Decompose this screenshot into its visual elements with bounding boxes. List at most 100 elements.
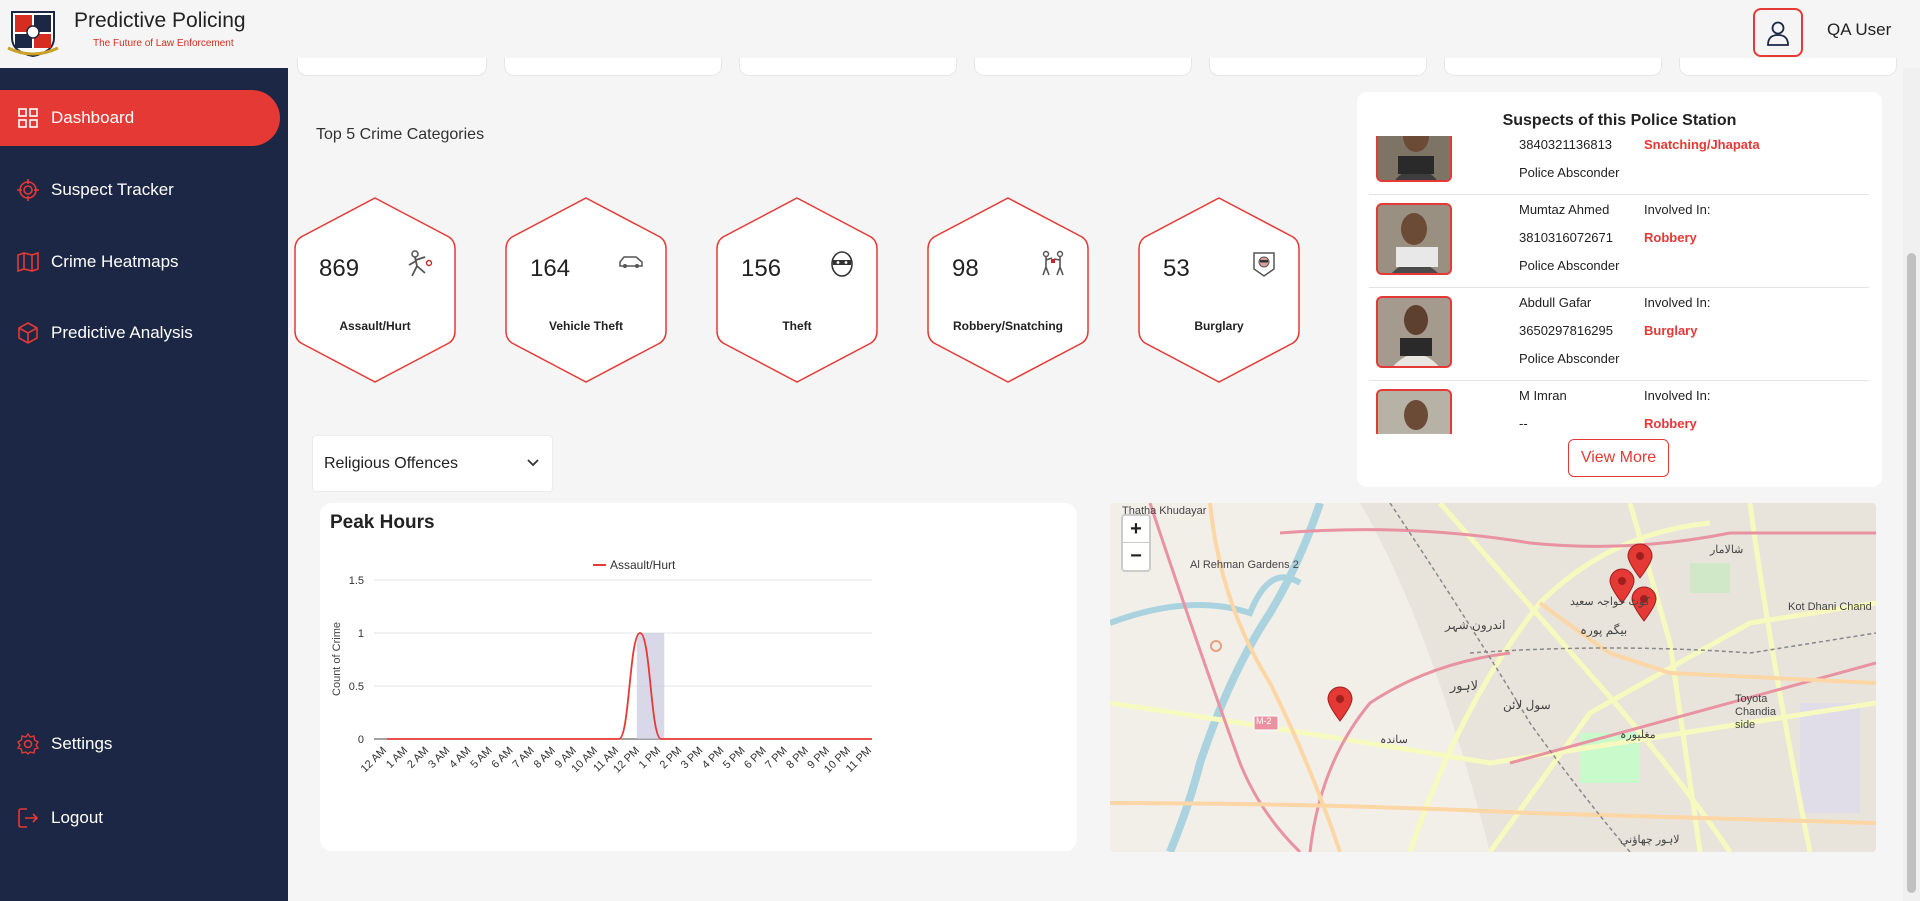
x-tick-label: 1 PM — [637, 745, 664, 772]
crime-map[interactable]: Thatha Khudayar Al Rehman Gardens 2 Kot … — [1110, 503, 1876, 852]
legend-label: Assault/Hurt — [610, 558, 676, 572]
cube-icon — [17, 322, 39, 344]
crime-category-select[interactable]: Religious Offences — [312, 435, 553, 492]
suspects-card: Suspects of this Police Station 38403211… — [1357, 92, 1882, 487]
suspect-crime: Robbery — [1644, 416, 1697, 431]
suspects-list[interactable]: 3840321136813 Police Absconder Involved … — [1369, 136, 1869, 434]
x-tick-label: 1 AM — [384, 745, 410, 771]
stat-card — [1209, 58, 1427, 76]
user-profile-button[interactable] — [1753, 8, 1803, 57]
suspect-cnic: 3840321136813 — [1519, 137, 1613, 152]
stat-card — [739, 58, 957, 76]
user-icon — [1767, 21, 1789, 46]
involved-label: Involved In: — [1644, 202, 1711, 217]
scrollbar-thumb[interactable] — [1907, 253, 1916, 893]
y-tick-label: 0.5 — [349, 681, 364, 693]
map-label: شالامار — [1710, 544, 1744, 556]
sidebar-item-dashboard[interactable]: Dashboard — [0, 90, 280, 146]
sidebar-item-label: Predictive Analysis — [51, 323, 193, 342]
map-label: لاہور چھاؤنی — [1620, 834, 1680, 846]
burglar-icon — [1253, 252, 1275, 277]
category-count: 156 — [741, 255, 782, 282]
suspect-row[interactable]: Mumtaz Ahmed 3810316072671 Police Abscon… — [1369, 195, 1869, 288]
x-tick-label: 4 AM — [447, 745, 473, 771]
sidebar-item-crime-heatmaps[interactable]: Crime Heatmaps — [0, 234, 280, 290]
app-logo[interactable] — [6, 8, 60, 58]
view-more-button[interactable]: View More — [1568, 439, 1669, 477]
suspect-status: Police Absconder — [1519, 258, 1620, 273]
app-subtitle: The Future of Law Enforcement — [93, 38, 234, 49]
x-tick-label: 6 PM — [742, 745, 769, 772]
map-tiles — [1110, 503, 1876, 852]
peak-hours-card: Peak Hours 0 0.5 1 1.5 12 AM 1 AM 2 AM 3 AM 4 AM… — [320, 503, 1077, 851]
category-count: 53 — [1163, 255, 1190, 282]
sidebar-item-settings[interactable]: Settings — [0, 716, 280, 772]
category-hexagon[interactable]: 869 Assault/Hurt — [293, 197, 457, 383]
category-hexagon[interactable]: 156 Theft — [715, 197, 879, 383]
chevron-down-icon — [527, 459, 539, 467]
suspect-name: Mumtaz Ahmed — [1519, 202, 1610, 217]
x-tick-label: 7 PM — [763, 745, 790, 772]
sidebar-item-label: Suspect Tracker — [51, 180, 174, 199]
involved-label: Involved In: — [1644, 388, 1711, 403]
user-name[interactable]: QA User — [1827, 20, 1891, 40]
sidebar-item-predictive-analysis[interactable]: Predictive Analysis — [0, 305, 280, 361]
category-hexagon[interactable]: 98 Robbery/Snatching — [926, 197, 1090, 383]
map-label: Al Rehman Gardens 2 — [1190, 559, 1299, 571]
suspect-row[interactable]: Abdull Gafar 3650297816295 Police Abscon… — [1369, 288, 1869, 381]
suspect-photo — [1376, 296, 1452, 368]
suspect-row[interactable]: M Imran -- Involved In: Robbery — [1369, 381, 1869, 434]
suspect-name: M Imran — [1519, 388, 1567, 403]
map-icon — [17, 251, 39, 273]
sidebar-item-label: Logout — [51, 808, 103, 827]
map-label: اندرون شہر — [1445, 618, 1506, 632]
category-count: 164 — [530, 255, 571, 282]
logout-icon — [17, 807, 39, 829]
stat-card — [504, 58, 722, 76]
y-axis-label: Count of Crime — [331, 622, 343, 696]
stat-card — [297, 58, 487, 76]
map-label: ساندہ — [1380, 734, 1408, 746]
sidebar-item-label: Settings — [51, 734, 113, 753]
x-tick-label: 2 PM — [658, 745, 685, 772]
category-count: 98 — [952, 255, 979, 282]
x-tick-label: 3 AM — [426, 745, 452, 771]
suspect-cnic: 3650297816295 — [1519, 323, 1613, 338]
y-tick-label: 1.5 — [349, 575, 364, 587]
category-hexagon[interactable]: 164 Vehicle Theft — [504, 197, 668, 383]
category-hexagon[interactable]: 53 Burglary — [1137, 197, 1301, 383]
x-tick-label: 7 AM — [511, 745, 537, 771]
category-label: Theft — [782, 319, 812, 333]
grid-icon — [17, 107, 39, 129]
x-tick-label: 8 PM — [784, 745, 811, 772]
zoom-out-button[interactable]: − — [1123, 543, 1149, 570]
map-label: لاہور — [1450, 678, 1479, 693]
x-tick-label: 2 AM — [405, 745, 431, 771]
sidebar-item-logout[interactable]: Logout — [0, 790, 280, 846]
map-zoom-control: + − — [1121, 514, 1151, 572]
page-scrollbar[interactable] — [1903, 68, 1920, 901]
x-tick-label: 3 PM — [679, 745, 706, 772]
sidebar-item-label: Dashboard — [51, 108, 135, 127]
sidebar: Dashboard Suspect Tracker Crime Heatmaps… — [0, 68, 288, 901]
suspect-photo — [1376, 389, 1452, 434]
suspect-photo — [1376, 203, 1452, 275]
suspect-crime: Robbery — [1644, 230, 1697, 245]
sidebar-item-suspect-tracker[interactable]: Suspect Tracker — [0, 162, 280, 218]
gear-icon — [17, 733, 39, 755]
category-label: Burglary — [1194, 319, 1244, 333]
suspect-cnic: 3810316072671 — [1519, 230, 1613, 245]
suspect-name: Abdull Gafar — [1519, 295, 1592, 310]
category-count: 869 — [319, 255, 360, 282]
thief-mask-icon — [831, 251, 853, 277]
x-tick-label: 8 AM — [532, 745, 558, 771]
suspects-title: Suspects of this Police Station — [1502, 112, 1737, 129]
suspect-row[interactable]: 3840321136813 Police Absconder Involved … — [1369, 136, 1869, 195]
map-label: Toyota Chandia side — [1735, 693, 1776, 731]
zoom-in-button[interactable]: + — [1123, 516, 1149, 543]
involved-label: Involved In: — [1644, 295, 1711, 310]
top-categories-title: Top 5 Crime Categories — [316, 126, 485, 143]
x-tick-label: 5 AM — [468, 745, 494, 771]
suspect-crime: Snatching/Jhapata — [1644, 137, 1760, 152]
assault-icon — [408, 250, 433, 277]
